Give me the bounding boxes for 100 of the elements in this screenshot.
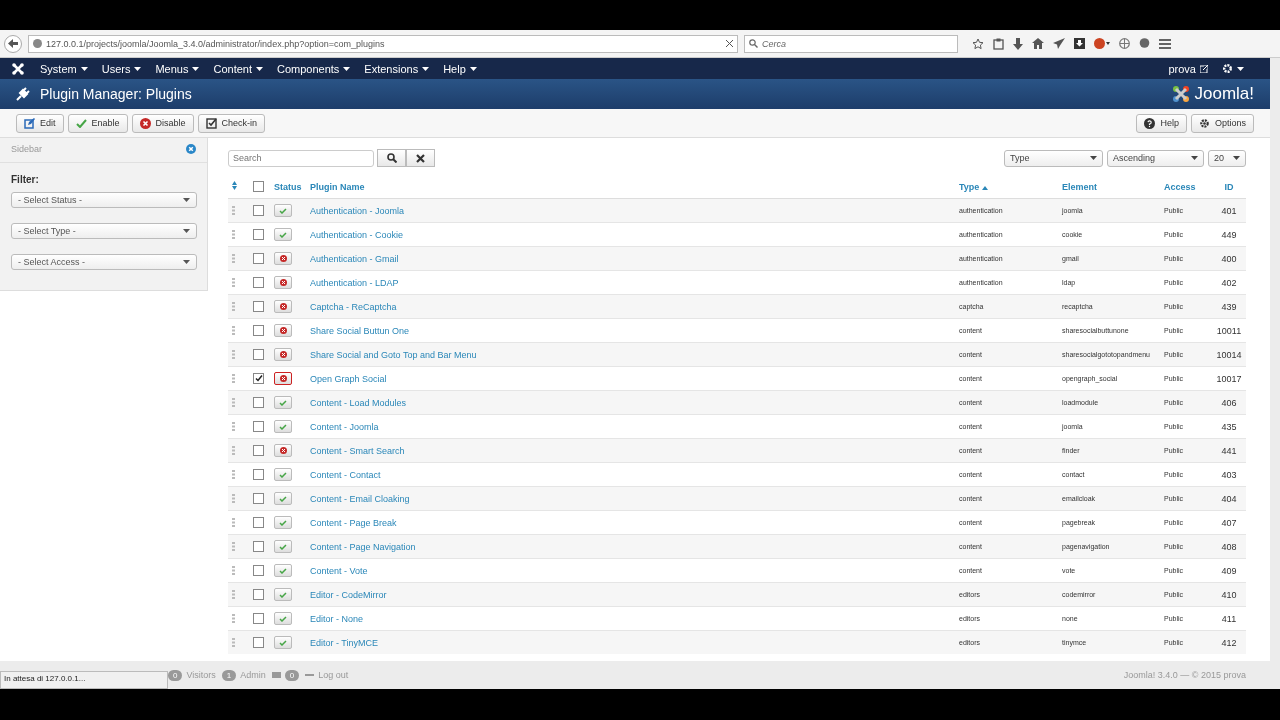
limit-dropdown[interactable]: 20 xyxy=(1208,149,1246,167)
menu-item[interactable]: Components xyxy=(277,62,351,75)
user-link[interactable]: prova xyxy=(1168,62,1208,75)
row-checkbox[interactable] xyxy=(253,445,264,456)
filter-dropdown[interactable]: - Select Status - xyxy=(11,192,197,208)
toolbar-button[interactable]: Check-in xyxy=(197,113,266,133)
scrollbar[interactable] xyxy=(1270,58,1280,689)
drag-handle-icon[interactable] xyxy=(232,517,235,527)
status-toggle[interactable] xyxy=(274,612,292,625)
plugin-name-link[interactable]: Authentication - Gmail xyxy=(306,246,955,271)
row-checkbox[interactable] xyxy=(253,541,264,552)
toolbar-button[interactable]: Edit xyxy=(16,113,64,133)
filter-dropdown[interactable]: - Select Type - xyxy=(11,223,197,239)
drag-handle-icon[interactable] xyxy=(232,229,235,239)
clear-button[interactable] xyxy=(406,149,435,167)
column-header[interactable]: Status xyxy=(270,175,306,199)
plugin-name-link[interactable]: Captcha - ReCaptcha xyxy=(306,294,955,319)
drag-handle-icon[interactable] xyxy=(232,421,235,431)
plugin-name-link[interactable]: Editor - TinyMCE xyxy=(306,630,955,654)
star-icon[interactable] xyxy=(972,37,984,50)
filter-dropdown[interactable]: - Select Access - xyxy=(11,254,197,270)
drag-handle-icon[interactable] xyxy=(232,541,235,551)
close-icon[interactable] xyxy=(726,40,733,47)
drag-handle-icon[interactable] xyxy=(232,253,235,263)
address-bar[interactable]: 127.0.0.1/projects/joomla/Joomla_3.4.0/administrator/index.php?option=com_plugins xyxy=(28,34,738,53)
drag-handle-icon[interactable] xyxy=(232,373,235,383)
status-toggle[interactable] xyxy=(274,636,292,649)
drag-handle-icon[interactable] xyxy=(232,445,235,455)
row-checkbox[interactable] xyxy=(253,229,264,240)
column-header[interactable]: Plugin Name xyxy=(306,175,955,199)
status-toggle[interactable] xyxy=(274,588,292,601)
drag-handle-icon[interactable] xyxy=(232,637,235,647)
row-checkbox[interactable] xyxy=(253,253,264,264)
row-checkbox[interactable] xyxy=(253,205,264,216)
row-checkbox[interactable] xyxy=(253,397,264,408)
row-checkbox[interactable] xyxy=(253,421,264,432)
status-toggle[interactable] xyxy=(274,540,292,553)
status-toggle[interactable] xyxy=(274,228,292,241)
row-checkbox[interactable] xyxy=(253,589,264,600)
plugin-name-link[interactable]: Content - Load Modules xyxy=(306,390,955,415)
toolbar-button[interactable]: Disable xyxy=(131,113,194,133)
clipboard-icon[interactable] xyxy=(993,37,1004,50)
status-toggle[interactable] xyxy=(274,348,292,361)
close-icon[interactable] xyxy=(186,144,196,154)
row-checkbox[interactable] xyxy=(253,493,264,504)
send-icon[interactable] xyxy=(1053,38,1065,49)
status-toggle[interactable] xyxy=(274,324,292,337)
search-field[interactable]: Search xyxy=(228,149,374,167)
column-header[interactable]: Type xyxy=(955,175,1058,199)
search-button[interactable] xyxy=(377,149,406,167)
drag-handle-icon[interactable] xyxy=(232,205,235,215)
plugin-name-link[interactable]: Content - Smart Search xyxy=(306,438,955,463)
row-checkbox[interactable] xyxy=(253,325,264,336)
menu-item[interactable]: Menus xyxy=(155,62,200,75)
menu-icon[interactable] xyxy=(1159,38,1171,49)
home-icon[interactable] xyxy=(1032,38,1044,49)
search-field[interactable]: Cerca xyxy=(744,34,958,53)
status-toggle[interactable] xyxy=(274,564,292,577)
drag-handle-icon[interactable] xyxy=(232,589,235,599)
row-checkbox[interactable] xyxy=(253,373,264,384)
menu-item[interactable]: Help xyxy=(443,62,477,75)
column-header[interactable]: ID xyxy=(1212,175,1246,199)
sort-field-dropdown[interactable]: Type xyxy=(1004,149,1103,167)
menu-item[interactable]: Users xyxy=(101,62,142,75)
select-all-checkbox[interactable] xyxy=(253,181,264,192)
drag-handle-icon[interactable] xyxy=(232,565,235,575)
status-toggle[interactable] xyxy=(274,204,292,217)
drag-handle-icon[interactable] xyxy=(232,397,235,407)
plugin-name-link[interactable]: Content - Page Navigation xyxy=(306,534,955,559)
row-checkbox[interactable] xyxy=(253,349,264,360)
drag-handle-icon[interactable] xyxy=(232,301,235,311)
logout-link[interactable]: Log out xyxy=(318,670,349,680)
sort-order-dropdown[interactable]: Ascending xyxy=(1107,149,1204,167)
download-box-icon[interactable] xyxy=(1074,38,1085,49)
row-checkbox[interactable] xyxy=(253,301,264,312)
column-header[interactable]: Access xyxy=(1160,175,1212,199)
status-toggle[interactable] xyxy=(274,444,292,457)
drag-handle-icon[interactable] xyxy=(232,277,235,287)
drag-handle-icon[interactable] xyxy=(232,325,235,335)
status-toggle[interactable] xyxy=(274,516,292,529)
download-icon[interactable] xyxy=(1013,37,1023,50)
row-checkbox[interactable] xyxy=(253,469,264,480)
drag-handle-icon[interactable] xyxy=(232,493,235,503)
plugin-name-link[interactable]: Authentication - Joomla xyxy=(306,198,955,223)
row-checkbox[interactable] xyxy=(253,637,264,648)
menu-item[interactable]: Content xyxy=(213,62,263,75)
status-toggle[interactable] xyxy=(274,492,292,505)
row-checkbox[interactable] xyxy=(253,565,264,576)
joomla-icon[interactable] xyxy=(12,62,24,75)
toolbar-button[interactable]: Enable xyxy=(67,113,128,133)
row-checkbox[interactable] xyxy=(253,517,264,528)
drag-handle-icon[interactable] xyxy=(232,349,235,359)
status-toggle[interactable] xyxy=(274,396,292,409)
status-toggle[interactable] xyxy=(274,372,292,385)
status-toggle[interactable] xyxy=(274,300,292,313)
row-checkbox[interactable] xyxy=(253,613,264,624)
menu-item[interactable]: System xyxy=(40,62,88,75)
plugin-name-link[interactable]: Content - Email Cloaking xyxy=(306,486,955,511)
back-button[interactable] xyxy=(4,34,22,53)
plugin-name-link[interactable]: Share Social and Goto Top and Bar Menu xyxy=(306,342,955,367)
